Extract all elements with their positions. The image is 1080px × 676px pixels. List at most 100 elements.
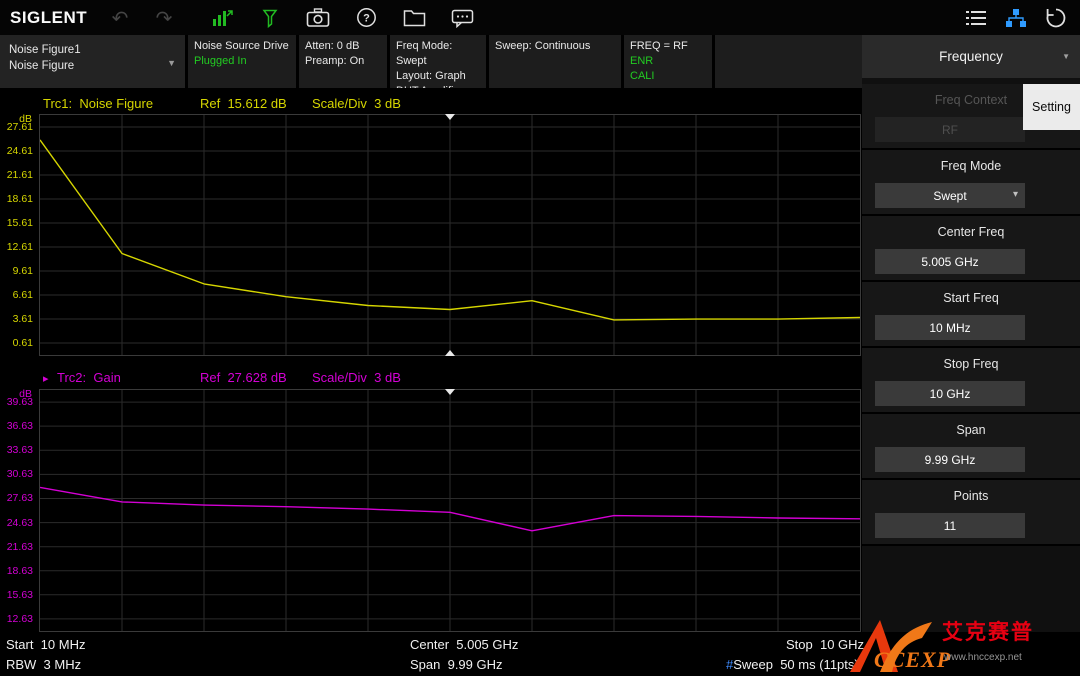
mode-section[interactable]: Freq Mode: Swept Layout: Graph DUT:Ampli… bbox=[390, 35, 486, 88]
active-trace-arrow: ▸ bbox=[43, 372, 49, 385]
history-icon[interactable] bbox=[1044, 6, 1068, 30]
status-start-freq: Start 10 MHz bbox=[6, 637, 85, 652]
menu-item-value[interactable]: 10 GHz ▾ bbox=[875, 381, 1025, 406]
signal-bars-icon[interactable] bbox=[210, 6, 234, 30]
atten-value: Atten: 0 dB bbox=[305, 39, 381, 54]
menu-item-label: Span bbox=[862, 414, 1080, 442]
setting-tab[interactable]: Setting bbox=[1023, 84, 1080, 130]
preamp-value: Preamp: On bbox=[305, 54, 381, 69]
status-sweep: #Sweep 50 ms (11pts) bbox=[726, 657, 859, 672]
menu-item-label: Start Freq bbox=[862, 282, 1080, 310]
screenshot-icon[interactable] bbox=[306, 6, 330, 30]
menu-item-value[interactable]: 10 MHz ▾ bbox=[875, 315, 1025, 340]
menu-item-value-text: 10 MHz bbox=[929, 321, 970, 335]
y-tick-label: 9.61 bbox=[13, 265, 33, 277]
y-tick-label: 21.61 bbox=[7, 169, 33, 181]
measurement-selector[interactable]: Noise Figure1 Noise Figure ▼ bbox=[0, 35, 185, 88]
status-span: Span 9.99 GHz bbox=[410, 657, 503, 672]
menu-item-stop-freq[interactable]: Stop Freq 10 GHz ▾ bbox=[862, 348, 1080, 414]
y-tick-label: 36.63 bbox=[7, 420, 33, 432]
trace2-scale[interactable]: Scale/Div 3 dB bbox=[312, 370, 401, 385]
trace1-plot-area[interactable] bbox=[39, 114, 861, 356]
trace2-ref-level[interactable]: Ref 27.628 dB bbox=[200, 370, 287, 385]
trace2-plot-area[interactable] bbox=[39, 389, 861, 632]
y-tick-label: 6.61 bbox=[13, 289, 33, 301]
trace2-header: ▸ Trc2: Gain Ref 27.628 dB Scale/Div 3 d… bbox=[40, 370, 860, 388]
noise-figure-analyzer-screen: SIGLENT ↶ ↷ ? bbox=[0, 0, 1080, 676]
watermark-cn-text: 艾克赛普 bbox=[942, 616, 1034, 646]
trace1-title[interactable]: Trc1: Noise Figure bbox=[43, 96, 153, 111]
help-icon[interactable]: ? bbox=[354, 6, 378, 30]
center-freq-marker-top bbox=[445, 389, 455, 395]
trace1-ref-level[interactable]: Ref 15.612 dB bbox=[200, 96, 287, 111]
freq-rf-value: FREQ = RF bbox=[630, 39, 706, 54]
funnel-icon[interactable] bbox=[258, 6, 282, 30]
y-tick-label: 24.63 bbox=[7, 517, 33, 529]
menu-item-span[interactable]: Span 9.99 GHz ▾ bbox=[862, 414, 1080, 480]
top-toolbar: SIGLENT ↶ ↷ ? bbox=[0, 0, 1080, 35]
y-tick-label: 30.63 bbox=[7, 468, 33, 480]
panel-title-button[interactable]: Frequency ▼ bbox=[862, 35, 1080, 78]
console-icon[interactable] bbox=[450, 6, 474, 30]
y-tick-label: 12.61 bbox=[7, 241, 33, 253]
redo-icon[interactable]: ↷ bbox=[152, 6, 176, 30]
y-tick-label: 12.63 bbox=[7, 613, 33, 625]
trace2-plot bbox=[40, 390, 860, 631]
menu-item-value[interactable]: Swept ▾ bbox=[875, 183, 1025, 208]
watermark: 艾克赛普 CCEXP www.hnccexp.net bbox=[846, 616, 1078, 674]
trace1-scale[interactable]: Scale/Div 3 dB bbox=[312, 96, 401, 111]
status-rbw: RBW 3 MHz bbox=[6, 657, 81, 672]
noise-source-label: Noise Source Drive bbox=[194, 39, 290, 54]
graph-area: ▸ Trc1: Noise Figure Ref 15.612 dB Scale… bbox=[0, 88, 862, 632]
svg-text:?: ? bbox=[363, 13, 370, 25]
y-tick-label: 39.63 bbox=[7, 396, 33, 408]
watermark-latin-text: CCEXP bbox=[874, 647, 951, 673]
trace1-plot bbox=[40, 115, 860, 355]
freq-status-section[interactable]: FREQ = RF ENR CALI bbox=[624, 35, 712, 88]
y-tick-label: 3.61 bbox=[13, 313, 33, 325]
file-icon[interactable] bbox=[402, 6, 426, 30]
menu-item-value-text: Swept bbox=[933, 189, 966, 203]
trace2-title[interactable]: Trc2: Gain bbox=[57, 370, 121, 385]
menu-item-label: Stop Freq bbox=[862, 348, 1080, 376]
menu-item-value[interactable]: RF ▾ bbox=[875, 117, 1025, 142]
chevron-down-icon: ▼ bbox=[1062, 52, 1070, 61]
measurement-type: Noise Figure bbox=[9, 58, 179, 74]
y-tick-label: 15.63 bbox=[7, 589, 33, 601]
menu-item-center-freq[interactable]: Center Freq 5.005 GHz ▾ bbox=[862, 216, 1080, 282]
chevron-down-icon: ▼ bbox=[167, 55, 176, 71]
menu-item-value-text: 5.005 GHz bbox=[921, 255, 978, 269]
atten-preamp-section[interactable]: Atten: 0 dB Preamp: On bbox=[299, 35, 387, 88]
info-bar-empty-section bbox=[715, 35, 862, 88]
y-tick-label: 18.61 bbox=[7, 193, 33, 205]
menu-item-start-freq[interactable]: Start Freq 10 MHz ▾ bbox=[862, 282, 1080, 348]
sweep-section[interactable]: Sweep: Continuous bbox=[489, 35, 621, 88]
menu-item-label: Points bbox=[862, 480, 1080, 508]
y-tick-label: 18.63 bbox=[7, 565, 33, 577]
undo-icon[interactable]: ↶ bbox=[108, 6, 132, 30]
menu-item-value[interactable]: 5.005 GHz ▾ bbox=[875, 249, 1025, 274]
center-freq-marker-top bbox=[445, 114, 455, 120]
status-sweep-text: Sweep 50 ms (11pts) bbox=[733, 657, 858, 672]
network-topology-icon[interactable] bbox=[1004, 6, 1028, 30]
center-freq-marker-bottom bbox=[445, 350, 455, 356]
menu-item-value-text: 10 GHz bbox=[930, 387, 971, 401]
menu-list-icon[interactable] bbox=[964, 6, 988, 30]
panel-title: Frequency bbox=[939, 49, 1003, 64]
y-tick-label: 27.61 bbox=[7, 121, 33, 133]
measurement-name: Noise Figure1 bbox=[9, 42, 179, 58]
frequency-panel: Frequency ▼ Freq Context RF ▾ Freq Mode … bbox=[862, 35, 1080, 632]
menu-item-points[interactable]: Points 11 ▾ bbox=[862, 480, 1080, 546]
cali-status: CALI bbox=[630, 69, 706, 84]
menu-item-value[interactable]: 11 ▾ bbox=[875, 513, 1025, 538]
menu-item-freq-mode[interactable]: Freq Mode Swept ▾ bbox=[862, 150, 1080, 216]
menu-item-value[interactable]: 9.99 GHz ▾ bbox=[875, 447, 1025, 472]
menu-item-value-text: 11 bbox=[944, 519, 956, 533]
trace1-y-axis-labels: dB 27.6124.6121.6118.6115.6112.619.616.6… bbox=[0, 115, 37, 355]
watermark-site-text: www.hnccexp.net bbox=[944, 652, 1022, 663]
menu-item-value-text: 9.99 GHz bbox=[925, 453, 976, 467]
freq-mode-value: Freq Mode: Swept bbox=[396, 39, 480, 69]
y-tick-label: 33.63 bbox=[7, 444, 33, 456]
noise-source-section[interactable]: Noise Source Drive Plugged In bbox=[188, 35, 296, 88]
measurement-info-bar: Noise Figure1 Noise Figure ▼ Noise Sourc… bbox=[0, 35, 862, 88]
